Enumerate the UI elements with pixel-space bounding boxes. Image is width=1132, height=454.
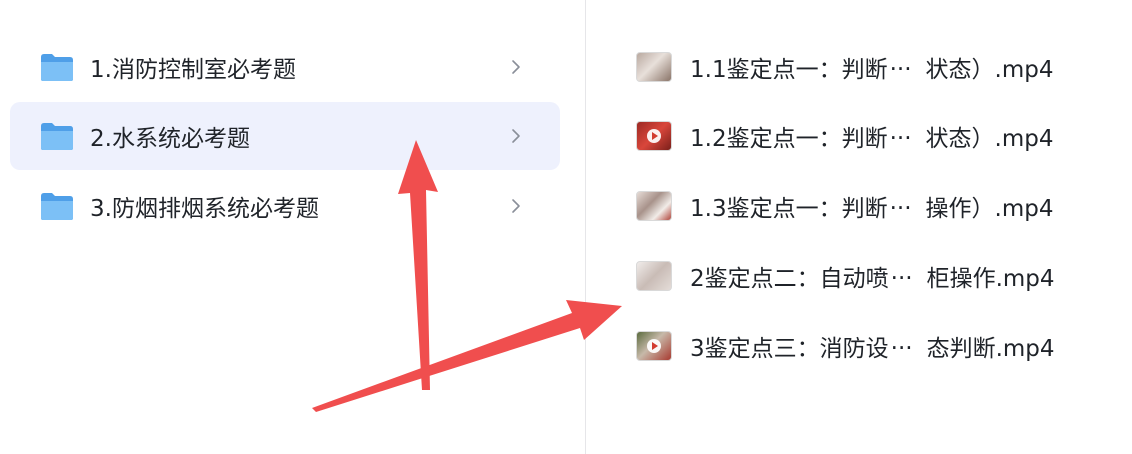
file-name-head: 1.1鉴定点一：判断: [690, 57, 888, 83]
video-thumbnail-icon: [636, 191, 672, 221]
video-thumbnail-icon: [636, 261, 672, 291]
file-name-tail: 操作）.mp4: [925, 196, 1054, 222]
file-item-3[interactable]: 1.3鉴定点一：判断 ... 操作）.mp4: [636, 181, 1116, 231]
file-name-tail: 态判断.mp4: [926, 336, 1055, 362]
file-name-ellipsis: ...: [890, 259, 913, 285]
file-name-tail: 柜操作.mp4: [926, 266, 1055, 292]
play-icon: [647, 339, 661, 353]
folder-icon: [40, 191, 74, 221]
file-name: 3鉴定点三：消防设 ... 态判断.mp4: [690, 329, 1055, 363]
file-name: 1.2鉴定点一：判断 ... 状态）.mp4: [690, 119, 1053, 153]
folder-list-pane: 1.消防控制室必考题 2.水系统必考题 3.防烟排烟系统必考题: [0, 0, 585, 454]
chevron-right-icon: [510, 128, 522, 144]
file-name-ellipsis: ...: [890, 329, 913, 355]
file-name: 2鉴定点二：自动喷 ... 柜操作.mp4: [690, 259, 1055, 293]
folder-item-2[interactable]: 2.水系统必考题: [10, 102, 560, 170]
file-name-ellipsis: ...: [889, 119, 912, 145]
file-name-head: 1.3鉴定点一：判断: [690, 196, 888, 222]
folder-icon: [40, 52, 74, 82]
file-name-tail: 状态）.mp4: [925, 57, 1054, 83]
video-thumbnail-icon: [636, 121, 672, 151]
file-name: 1.1鉴定点一：判断 ... 状态）.mp4: [690, 50, 1053, 84]
file-browser-window: 1.消防控制室必考题 2.水系统必考题 3.防烟排烟系统必考题 1.1鉴定点一：…: [0, 0, 1132, 454]
folder-icon: [40, 121, 74, 151]
file-name-head: 1.2鉴定点一：判断: [690, 126, 888, 152]
chevron-right-icon: [510, 59, 522, 75]
folder-item-3[interactable]: 3.防烟排烟系统必考题: [10, 172, 560, 240]
folder-label: 1.消防控制室必考题: [90, 57, 296, 83]
folder-item-1[interactable]: 1.消防控制室必考题: [10, 33, 560, 101]
file-name-tail: 状态）.mp4: [925, 126, 1054, 152]
file-item-5[interactable]: 3鉴定点三：消防设 ... 态判断.mp4: [636, 321, 1116, 371]
file-name-head: 2鉴定点二：自动喷: [690, 266, 889, 292]
file-item-2[interactable]: 1.2鉴定点一：判断 ... 状态）.mp4: [636, 111, 1116, 161]
file-name: 1.3鉴定点一：判断 ... 操作）.mp4: [690, 189, 1053, 223]
video-thumbnail-icon: [636, 52, 672, 82]
folder-label: 2.水系统必考题: [90, 126, 250, 152]
file-name-ellipsis: ...: [889, 50, 912, 76]
folder-label: 3.防烟排烟系统必考题: [90, 196, 319, 222]
video-thumbnail-icon: [636, 331, 672, 361]
file-name-head: 3鉴定点三：消防设: [690, 336, 889, 362]
play-icon: [647, 129, 661, 143]
file-item-4[interactable]: 2鉴定点二：自动喷 ... 柜操作.mp4: [636, 251, 1116, 301]
chevron-right-icon: [510, 198, 522, 214]
file-list-pane: 1.1鉴定点一：判断 ... 状态）.mp4 1.2鉴定点一：判断 ... 状态…: [586, 0, 1132, 454]
file-item-1[interactable]: 1.1鉴定点一：判断 ... 状态）.mp4: [636, 42, 1116, 92]
file-name-ellipsis: ...: [889, 189, 912, 215]
